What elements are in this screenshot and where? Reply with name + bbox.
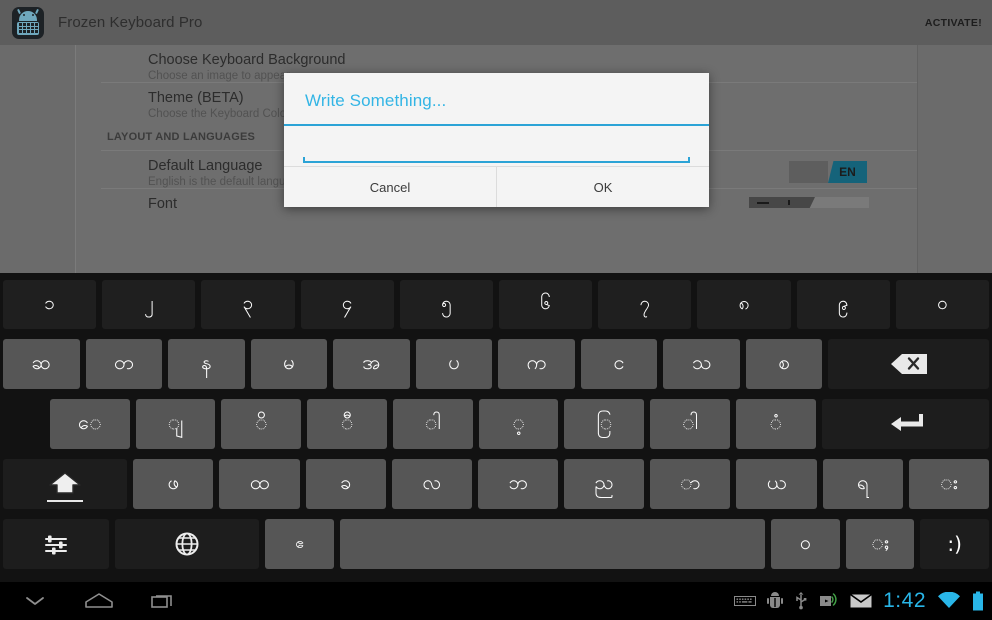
key-na-nge[interactable]: န xyxy=(168,338,245,389)
key-vowel-e[interactable]: ေ xyxy=(50,398,130,449)
status-clock: 1:42 xyxy=(883,589,926,612)
language-badge-label: EN xyxy=(828,161,867,183)
key-myanmar-five[interactable]: ၅ xyxy=(399,280,494,329)
key-space[interactable] xyxy=(339,518,766,569)
enter-icon xyxy=(882,412,928,436)
hide-keyboard-icon xyxy=(23,593,47,609)
activate-button[interactable]: ACTIVATE! xyxy=(925,17,982,29)
key-backspace[interactable] xyxy=(828,338,990,389)
keyboard-row-bottom: ဧ ဝ ႈ :) xyxy=(0,515,992,572)
dialog-title-underline xyxy=(284,124,709,126)
key-pa-zauk[interactable]: ပ xyxy=(415,338,493,389)
key-nya[interactable]: ည xyxy=(564,458,645,509)
status-tray: 1:42 xyxy=(734,589,984,613)
keyboard-row-vowels: ေ ျ ိ ီ ါ ့ ြ ါ ံ xyxy=(0,395,992,452)
key-visarga[interactable]: း xyxy=(908,458,989,509)
ok-button[interactable]: OK xyxy=(496,167,709,207)
key-tha[interactable]: သ xyxy=(663,338,740,389)
keyboard-status-icon xyxy=(734,594,757,608)
keyboard-row-consonants-2: ဖ ထ ခ လ ဘ ည ာ ယ ရ း xyxy=(0,455,992,512)
key-myanmar-six[interactable]: ၆ xyxy=(499,280,593,329)
android-debug-icon xyxy=(767,592,784,610)
language-badge[interactable]: EN xyxy=(789,161,867,183)
recents-button[interactable] xyxy=(146,588,180,614)
mail-icon xyxy=(850,593,873,609)
shift-icon xyxy=(47,471,83,497)
key-language-switch[interactable] xyxy=(115,518,260,569)
key-emoji[interactable]: :) xyxy=(920,518,989,569)
key-vowel-aa-2[interactable]: ာ xyxy=(650,458,731,509)
key-kha-gwe[interactable]: ခ xyxy=(305,458,386,509)
key-ba-gone[interactable]: ဘ xyxy=(477,458,559,509)
wifi-icon xyxy=(937,592,961,610)
key-myanmar-two[interactable]: ၂ xyxy=(102,280,196,329)
app-icon xyxy=(12,6,44,39)
key-myanmar-eight[interactable]: ၈ xyxy=(697,280,791,329)
key-shift[interactable] xyxy=(3,458,128,509)
home-button[interactable] xyxy=(82,588,116,614)
keyboard-row-digits: ၁ ၂ ၃ ၄ ၅ ၆ ၇ ၈ ၉ ၀ xyxy=(0,277,992,332)
key-enter[interactable] xyxy=(821,398,990,449)
key-wa[interactable]: ဝ xyxy=(771,518,840,569)
key-vowel-ii[interactable]: ီ xyxy=(307,398,387,449)
key-vowel-tall-aa[interactable]: ါ xyxy=(392,398,473,449)
key-ra[interactable]: ရ xyxy=(822,458,903,509)
keyboard-row-consonants-1: ဆ တ န မ အ ပ က င သ စ xyxy=(0,335,992,392)
key-nga[interactable]: င xyxy=(580,338,658,389)
key-ya[interactable]: ယ xyxy=(736,458,817,509)
app-title: Frozen Keyboard Pro xyxy=(58,14,203,31)
action-bar: Frozen Keyboard Pro ACTIVATE! xyxy=(0,0,992,45)
backspace-icon xyxy=(889,353,929,375)
key-keyboard-settings[interactable] xyxy=(3,518,110,569)
cancel-button[interactable]: Cancel xyxy=(284,167,496,207)
key-e-vowel[interactable]: ဧ xyxy=(265,518,334,569)
system-navigation-bar: 1:42 xyxy=(0,582,992,620)
key-vowel-i[interactable]: ိ xyxy=(221,398,302,449)
key-double-stroke[interactable]: ႈ xyxy=(845,518,915,569)
key-sa-lein[interactable]: ဆ xyxy=(3,338,80,389)
setting-title: Choose Keyboard Background xyxy=(148,52,346,68)
key-vowel-aa[interactable]: ါ xyxy=(650,398,730,449)
key-myanmar-seven[interactable]: ၇ xyxy=(598,280,692,329)
usb-icon xyxy=(794,592,808,610)
key-anusvara[interactable]: ံ xyxy=(735,398,816,449)
battery-icon xyxy=(972,591,984,611)
key-myanmar-nine[interactable]: ၉ xyxy=(796,280,890,329)
recents-icon xyxy=(150,591,176,611)
key-medial-ya[interactable]: ျ xyxy=(135,398,216,449)
globe-icon xyxy=(174,531,200,557)
key-myanmar-one[interactable]: ၁ xyxy=(3,280,97,329)
key-la[interactable]: လ xyxy=(391,458,472,509)
sliders-icon xyxy=(43,532,69,556)
font-preview xyxy=(749,197,869,208)
shift-state-indicator xyxy=(47,499,84,502)
key-myanmar-three[interactable]: ၃ xyxy=(201,280,295,329)
key-hta-sin-du[interactable]: ထ xyxy=(219,458,300,509)
key-medial-ra[interactable]: ြ xyxy=(564,398,645,449)
key-ta-wun-bu[interactable]: တ xyxy=(85,338,163,389)
dialog-title: Write Something... xyxy=(305,91,447,110)
cast-icon xyxy=(819,593,839,609)
key-ka-gyi[interactable]: က xyxy=(498,338,575,389)
key-myanmar-zero[interactable]: ၀ xyxy=(895,280,990,329)
hide-keyboard-button[interactable] xyxy=(18,588,52,614)
home-icon xyxy=(84,592,114,610)
key-pha[interactable]: ဖ xyxy=(133,458,214,509)
key-ma[interactable]: မ xyxy=(250,338,328,389)
on-screen-keyboard: ၁ ၂ ၃ ၄ ၅ ၆ ၇ ၈ ၉ ၀ ဆ တ န မ အ ပ က င သ စ xyxy=(0,273,992,582)
key-myanmar-four[interactable]: ၄ xyxy=(300,280,394,329)
key-a[interactable]: အ xyxy=(333,338,410,389)
screen: Frozen Keyboard Pro ACTIVATE! Choose Key… xyxy=(0,0,992,620)
key-dot-below[interactable]: ့ xyxy=(478,398,559,449)
write-something-dialog: Write Something... Cancel OK xyxy=(284,73,709,207)
dialog-button-bar: Cancel OK xyxy=(284,166,709,207)
nav-buttons xyxy=(0,588,180,614)
dialog-text-input[interactable] xyxy=(303,129,690,163)
key-sa-lone[interactable]: စ xyxy=(745,338,823,389)
dialog-input-wrapper xyxy=(303,129,690,163)
